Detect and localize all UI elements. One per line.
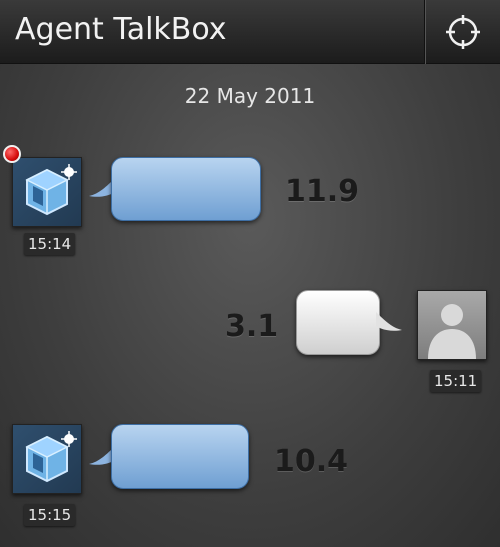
message-bubble[interactable] [111,157,261,221]
message-value: 11.9 [285,174,360,209]
crosshair-icon [446,15,480,49]
locate-button[interactable] [426,0,500,64]
title-bar: Agent TalkBox [0,0,500,64]
message-value: 10.4 [274,444,349,479]
agent-cube-icon [25,164,77,216]
message-time: 15:15 [24,504,76,526]
conversation-date: 22 May 2011 [184,84,316,108]
person-silhouette-icon [428,304,476,359]
bubble-tail [376,312,402,331]
user-avatar[interactable] [417,290,487,360]
unread-indicator [3,145,21,163]
agent-cube-icon [25,431,77,483]
agent-avatar[interactable] [12,424,82,494]
message-time: 15:14 [24,233,76,255]
message-bubble[interactable] [111,424,249,489]
agent-avatar[interactable] [12,157,82,227]
message-value: 3.1 [225,309,279,344]
app-title: Agent TalkBox [15,12,227,47]
message-bubble[interactable] [296,290,380,355]
message-time: 15:11 [430,370,482,392]
